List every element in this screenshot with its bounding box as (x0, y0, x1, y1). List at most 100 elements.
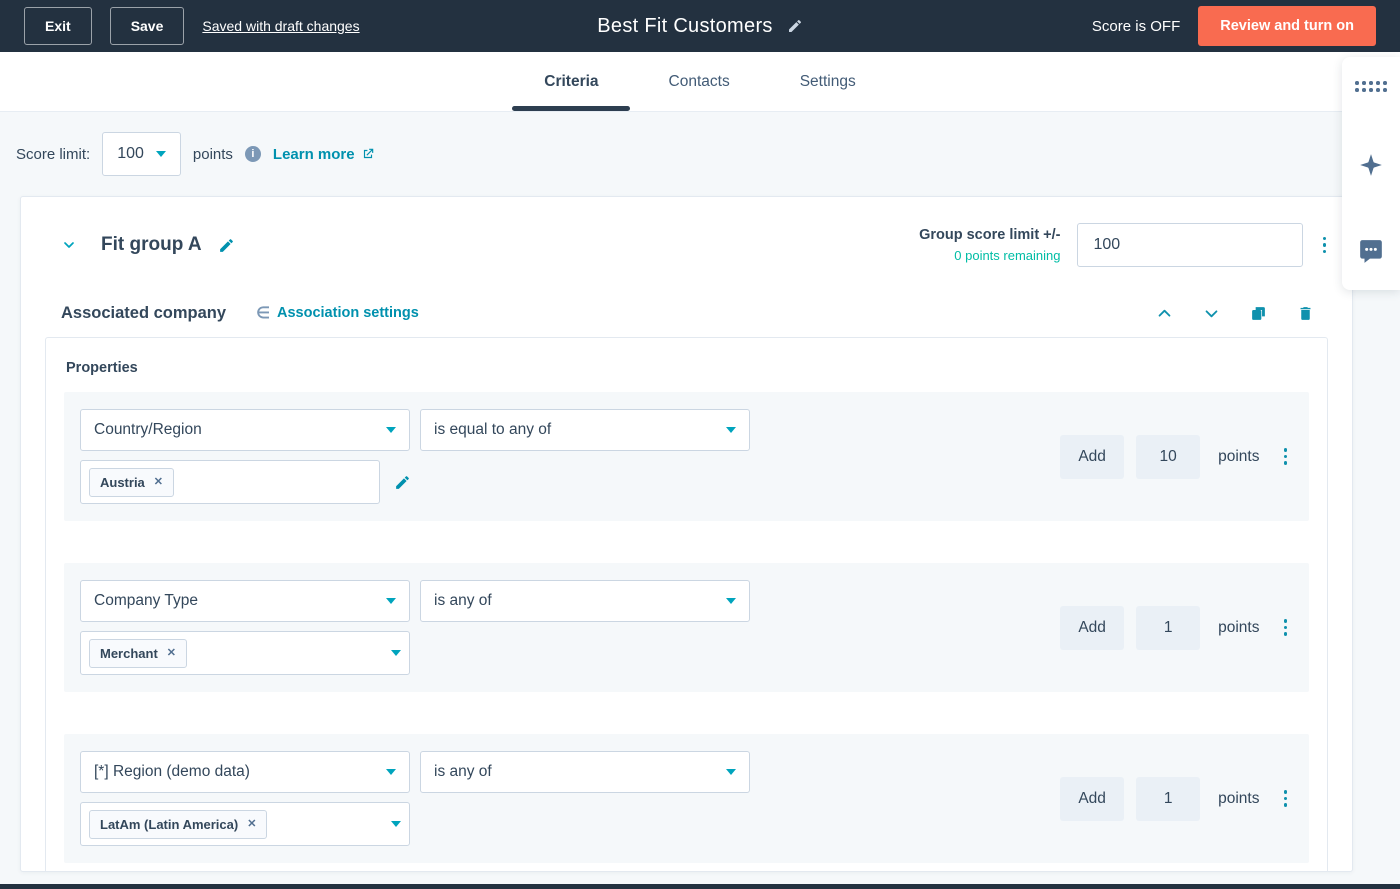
add-subtract-select[interactable]: Add (1060, 434, 1125, 479)
delete-trash-icon[interactable] (1297, 305, 1314, 322)
remove-tag-x-icon[interactable] (167, 648, 176, 659)
group-limit-labels: Group score limit +/- 0 points remaining (919, 227, 1060, 263)
points-value-input[interactable]: 1 (1136, 776, 1201, 821)
points-value-input[interactable]: 1 (1136, 605, 1201, 650)
row-options-kebab-icon[interactable] (1280, 786, 1292, 811)
score-limit-select[interactable]: 100 (102, 132, 181, 176)
collapse-group-chevron-icon[interactable] (61, 237, 77, 253)
property-select[interactable]: Country/Region (80, 409, 410, 451)
edit-title-pencil-icon[interactable] (787, 18, 803, 34)
association-settings-label: Association settings (277, 305, 419, 321)
points-remaining-text: 0 points remaining (954, 248, 1061, 263)
row-options-kebab-icon[interactable] (1280, 444, 1292, 469)
remove-tag-x-icon[interactable] (247, 819, 256, 830)
draft-status-link[interactable]: Saved with draft changes (202, 18, 359, 34)
operator-select[interactable]: is any of (420, 751, 750, 793)
comments-icon[interactable] (1358, 238, 1384, 264)
points-label: points (1218, 447, 1260, 465)
operator-select[interactable]: is equal to any of (420, 409, 750, 451)
add-subtract-select[interactable]: Add (1060, 776, 1125, 821)
dropdown-line: Country/Region is equal to any of (80, 409, 750, 451)
score-limit-value: 100 (117, 145, 144, 162)
group-options-kebab-icon[interactable] (1319, 233, 1331, 258)
info-icon[interactable] (244, 146, 261, 162)
property-row-country-region: Country/Region is equal to any of Austri… (64, 392, 1309, 521)
value-tag: Austria (89, 467, 175, 497)
property-select-value: [*] Region (demo data) (94, 763, 250, 780)
active-tab-indicator (512, 106, 631, 111)
value-box[interactable]: Austria (80, 460, 380, 504)
top-bar-right: Score is OFF Review and turn on (1092, 6, 1376, 46)
drag-handle-icon[interactable] (1355, 81, 1387, 92)
value-tag: LatAm (Latin America) (89, 809, 268, 839)
operator-select-value: is equal to any of (434, 421, 552, 438)
tab-criteria-label: Criteria (544, 72, 599, 90)
learn-more-link[interactable]: Learn more (273, 146, 375, 163)
chevron-down-icon (386, 427, 396, 433)
score-status-text: Score is OFF (1091, 17, 1181, 35)
tab-settings-label: Settings (799, 72, 856, 90)
tab-contacts-label: Contacts (668, 72, 730, 90)
group-name: Fit group A (101, 234, 202, 255)
block-actions (1156, 305, 1314, 322)
value-tag-label: LatAm (Latin America) (100, 816, 239, 832)
review-and-turn-on-button[interactable]: Review and turn on (1198, 6, 1376, 46)
operator-select-value: is any of (434, 763, 492, 780)
chevron-down-icon (155, 151, 166, 157)
score-limit-label: Score limit: (16, 145, 91, 163)
value-tag-label: Austria (100, 474, 145, 490)
associated-company-row: Associated company Association settings (21, 303, 1352, 323)
points-label: points (1218, 789, 1260, 807)
property-select-value: Company Type (94, 592, 198, 609)
tab-bar: Criteria Contacts Settings (0, 52, 1400, 112)
learn-more-label: Learn more (272, 145, 355, 163)
save-button[interactable]: Save (109, 7, 185, 45)
associated-company-title: Associated company (61, 303, 227, 322)
group-score-limit-label: Group score limit +/- (919, 227, 1061, 243)
association-settings-link[interactable]: Association settings (256, 303, 419, 323)
chevron-down-icon (391, 821, 401, 827)
properties-title: Properties (66, 360, 138, 376)
value-multiselect[interactable]: Merchant (80, 631, 410, 675)
group-score-limit-input[interactable] (1076, 223, 1303, 267)
value-tag: Merchant (89, 638, 188, 668)
points-label: points (1218, 618, 1260, 636)
top-bar: Exit Save Saved with draft changes Best … (0, 0, 1400, 52)
properties-card: Properties Country/Region is equal to an… (45, 337, 1328, 871)
tab-settings[interactable]: Settings (796, 52, 860, 111)
chevron-down-icon (726, 427, 736, 433)
exit-button[interactable]: Exit (24, 7, 92, 45)
edit-values-pencil-icon[interactable] (394, 474, 411, 491)
edit-group-name-pencil-icon[interactable] (218, 237, 235, 254)
value-line: Merchant (80, 631, 750, 675)
property-row-filters: Company Type is any of Merchant (80, 580, 750, 675)
add-subtract-select[interactable]: Add (1060, 605, 1125, 650)
dropdown-line: Company Type is any of (80, 580, 750, 622)
tab-criteria[interactable]: Criteria (512, 52, 631, 111)
ai-sparkle-icon[interactable] (1358, 152, 1384, 178)
property-select[interactable]: Company Type (80, 580, 410, 622)
property-select[interactable]: [*] Region (demo data) (80, 751, 410, 793)
tab-contacts[interactable]: Contacts (665, 52, 734, 111)
value-line: LatAm (Latin America) (80, 802, 750, 846)
dropdown-line: [*] Region (demo data) is any of (80, 751, 750, 793)
points-value-input[interactable]: 10 (1136, 434, 1201, 479)
clone-icon[interactable] (1250, 305, 1267, 322)
chevron-down-icon (386, 769, 396, 775)
group-score-limit-area: Group score limit +/- 0 points remaining (919, 223, 1330, 267)
points-label: points (192, 145, 233, 163)
remove-tag-x-icon[interactable] (154, 477, 163, 488)
row-options-kebab-icon[interactable] (1280, 615, 1292, 640)
value-tag-label: Merchant (100, 645, 158, 661)
chevron-down-icon (726, 598, 736, 604)
chevron-down-icon (726, 769, 736, 775)
value-line: Austria (80, 460, 750, 504)
fit-group-card: Fit group A Group score limit +/- 0 poin… (20, 196, 1353, 872)
property-row-company-type: Company Type is any of Merchant ✕ Add 1 … (64, 563, 1309, 692)
operator-select[interactable]: is any of (420, 580, 750, 622)
property-row-scoring: Add 10 points (1060, 434, 1293, 479)
value-multiselect[interactable]: LatAm (Latin America) (80, 802, 410, 846)
move-down-chevron-icon[interactable] (1203, 305, 1220, 322)
operator-select-value: is any of (434, 592, 492, 609)
move-up-chevron-icon[interactable] (1156, 305, 1173, 322)
